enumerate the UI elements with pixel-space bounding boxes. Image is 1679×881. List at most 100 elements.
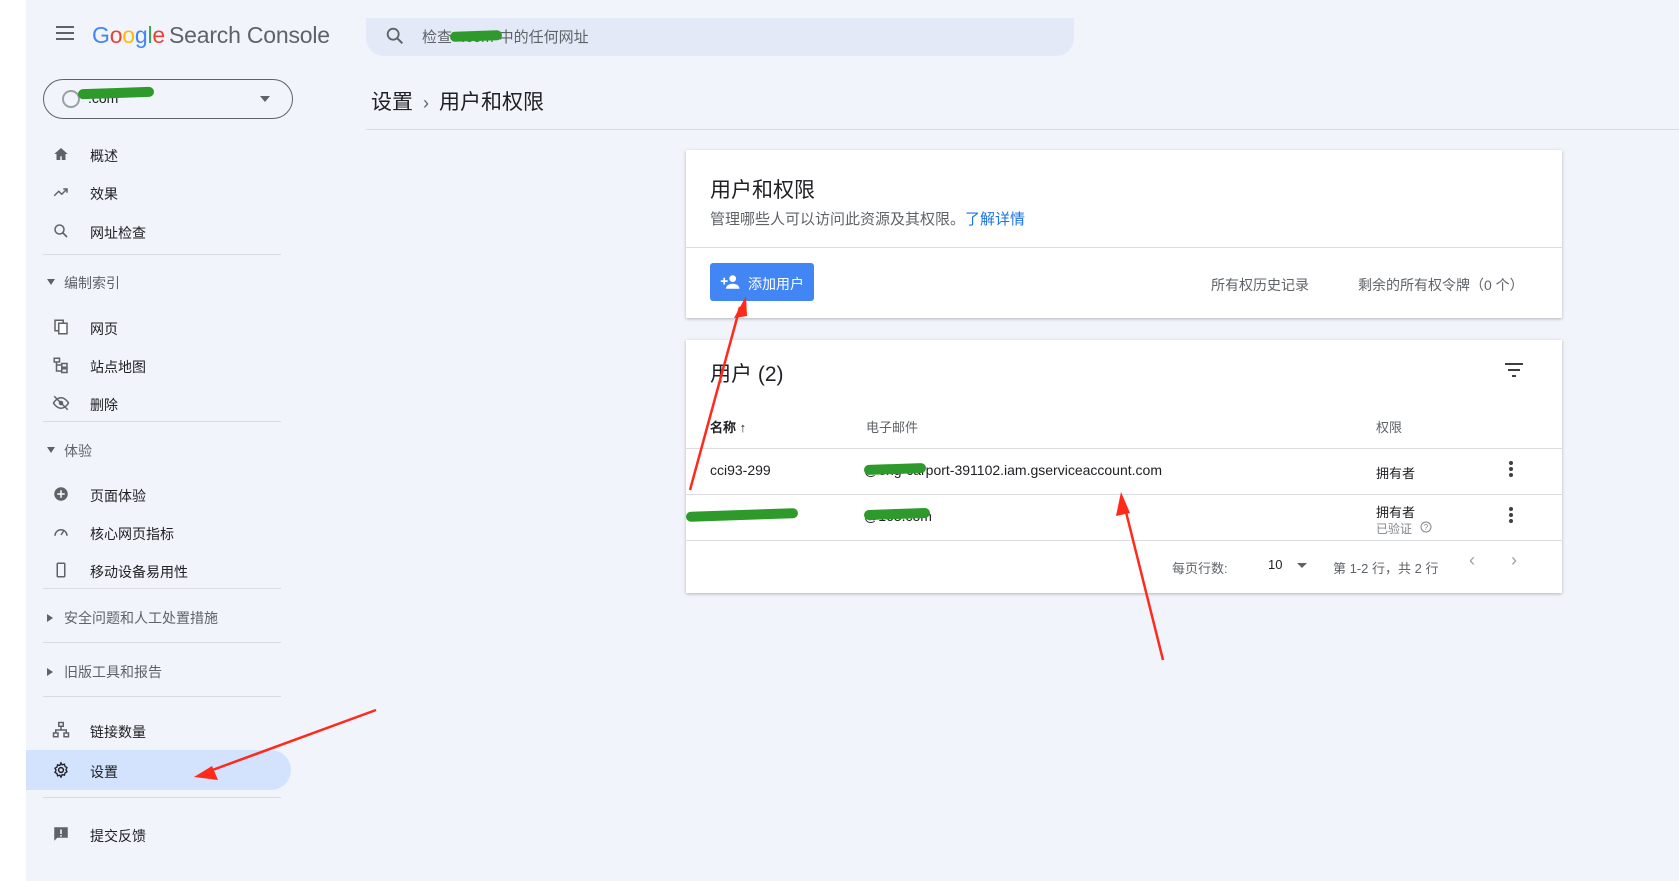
sidebar-section-label: 旧版工具和报告 xyxy=(64,664,162,680)
sidebar-section-label: 安全问题和人工处置措施 xyxy=(64,610,218,626)
add-user-button[interactable]: 添加用户 xyxy=(710,263,814,301)
sidebar-item-url-inspection[interactable]: 网址检查 xyxy=(26,212,291,250)
column-header-permission: 权限 xyxy=(1376,420,1403,435)
speed-gauge-icon xyxy=(54,529,68,536)
logo-letter: G xyxy=(92,22,110,48)
row-more-options-icon[interactable] xyxy=(1504,505,1518,525)
card-description: 管理哪些人可以访问此资源及其权限。了解详情 xyxy=(710,208,1025,229)
sidebar-item-label: 设置 xyxy=(90,764,118,780)
chevron-down-icon xyxy=(1297,563,1307,568)
sidebar-item-label: 页面体验 xyxy=(90,488,146,504)
column-header-email: 电子邮件 xyxy=(866,420,919,435)
table-divider xyxy=(686,448,1562,449)
description-text: 管理哪些人可以访问此资源及其权限。 xyxy=(710,211,966,228)
expand-triangle-icon xyxy=(47,447,55,453)
smartphone-icon xyxy=(56,562,66,578)
sidebar-item-label: 删除 xyxy=(90,397,118,413)
sidebar-item-feedback[interactable]: 提交反馈 xyxy=(26,815,291,853)
sidebar-item-settings[interactable]: 设置 xyxy=(26,750,291,790)
previous-page-icon[interactable]: ‹ xyxy=(1462,550,1482,570)
permissions-card: 用户和权限 管理哪些人可以访问此资源及其权限。了解详情 添加用户 所有权历史记录… xyxy=(686,150,1562,318)
sidebar-divider xyxy=(43,421,281,422)
sidebar-section-label: 体验 xyxy=(64,443,92,459)
sidebar-item-label: 提交反馈 xyxy=(90,828,146,844)
sidebar-item-performance[interactable]: 效果 xyxy=(26,173,291,211)
menu-bar-icon xyxy=(56,38,74,40)
row-more-options-icon[interactable] xyxy=(1504,459,1518,479)
sidebar-section-label: 编制索引 xyxy=(64,275,120,291)
menu-dot xyxy=(1509,507,1513,511)
logo-letter: o xyxy=(109,22,123,48)
sidebar-item-overview[interactable]: 概述 xyxy=(26,135,291,173)
sidebar-item-pages[interactable]: 网页 xyxy=(26,308,291,346)
collapsed-triangle-icon xyxy=(47,614,53,622)
svg-text:?: ? xyxy=(1424,523,1429,532)
sidebar-divider xyxy=(43,588,281,589)
main-menu-button[interactable] xyxy=(52,22,78,46)
column-header-name[interactable]: 名称 ↑ xyxy=(710,417,746,436)
property-selector[interactable]: .com xyxy=(43,79,293,119)
sidebar-item-removals[interactable]: 删除 xyxy=(26,384,291,422)
breadcrumb-separator: › xyxy=(423,93,429,113)
card-title: 用户 (2) xyxy=(710,363,784,386)
feedback-icon xyxy=(54,827,68,841)
sidebar-divider xyxy=(43,696,281,697)
trending-up-icon xyxy=(53,188,68,197)
home-icon xyxy=(54,148,68,160)
gear-icon xyxy=(54,761,68,779)
pages-icon xyxy=(54,319,68,335)
card-divider xyxy=(686,247,1562,248)
logo-letter: g xyxy=(134,22,148,48)
ownership-tokens-button[interactable]: 剩余的所有权令牌（0 个） xyxy=(1358,275,1524,295)
redaction-mark xyxy=(449,30,503,42)
logo-product-name: Search Console xyxy=(169,22,330,48)
sidebar-item-page-experience[interactable]: 页面体验 xyxy=(26,475,291,513)
user-permission: 拥有者 xyxy=(1376,505,1416,520)
sidebar-item-label: 站点地图 xyxy=(90,359,146,375)
chevron-down-icon xyxy=(260,96,270,102)
url-inspection-search-bar[interactable]: 检查“ .com”中的任何网址 xyxy=(366,18,1074,56)
sidebar-divider xyxy=(43,642,281,643)
table-divider xyxy=(686,540,1562,541)
next-page-icon[interactable]: › xyxy=(1504,550,1524,570)
expand-triangle-icon xyxy=(47,279,55,285)
sidebar-item-label: 概述 xyxy=(90,148,118,164)
header-divider xyxy=(366,129,1679,130)
sidebar-item-label: 网页 xyxy=(90,321,118,337)
menu-dot xyxy=(1509,467,1513,471)
sidebar-item-links[interactable]: 链接数量 xyxy=(26,711,291,749)
breadcrumb-parent[interactable]: 设置 xyxy=(371,91,413,114)
sidebar-item-sitemaps[interactable]: 站点地图 xyxy=(26,346,291,384)
menu-bar-icon xyxy=(56,26,74,28)
pagination-range: 第 1-2 行，共 2 行 xyxy=(1333,561,1439,576)
rows-per-page-value: 10 xyxy=(1268,557,1283,572)
learn-more-link[interactable]: 了解详情 xyxy=(965,211,1025,228)
add-user-label: 添加用户 xyxy=(748,276,804,292)
collapsed-triangle-icon xyxy=(47,668,53,676)
sidebar-item-mobile-usability[interactable]: 移动设备易用性 xyxy=(26,551,291,589)
rows-per-page-select[interactable]: 10 xyxy=(1264,552,1314,576)
users-card: 用户 (2) 名称 ↑ 电子邮件 权限 cci93-299 @eng-carpo… xyxy=(685,340,1562,593)
redaction-mark xyxy=(77,86,155,100)
menu-dot xyxy=(1509,519,1513,523)
redaction-mark xyxy=(685,508,799,522)
table-divider xyxy=(686,494,1562,495)
column-header-label: 名称 xyxy=(710,420,737,435)
breadcrumb: 设置 › 用户和权限 xyxy=(371,86,544,116)
search-console-app: GoogleSearch Console 检查“ .com”中的任何网址 .co… xyxy=(26,0,1679,881)
sidebar-divider xyxy=(43,254,281,255)
logo-letter: o xyxy=(122,22,135,48)
menu-bar-icon xyxy=(56,32,74,34)
filter-icon[interactable] xyxy=(1504,362,1524,378)
logo-letter: e xyxy=(152,22,165,48)
visibility-off-icon xyxy=(52,395,70,411)
sidebar-item-label: 效果 xyxy=(90,186,118,202)
ownership-history-button[interactable]: 所有权历史记录 xyxy=(1211,275,1309,295)
person-add-icon xyxy=(720,275,740,289)
help-icon[interactable]: ? xyxy=(1420,521,1432,533)
search-console-logo[interactable]: Google Search Console xyxy=(92,22,330,49)
search-placeholder: 检查“ .com”中的任何网址 xyxy=(422,29,589,46)
sidebar-item-core-web-vitals[interactable]: 核心网页指标 xyxy=(26,513,291,551)
verified-status: 已验证 xyxy=(1376,522,1413,536)
sidebar-item-label: 核心网页指标 xyxy=(90,526,174,542)
